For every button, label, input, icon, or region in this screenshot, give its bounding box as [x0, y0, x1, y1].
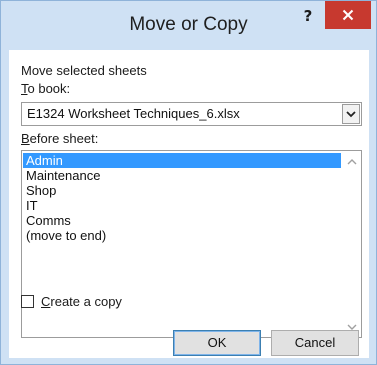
to-book-label-text: o book: — [27, 81, 71, 96]
to-book-label: To book: — [21, 81, 70, 96]
chevron-down-icon — [346, 111, 356, 118]
create-copy-checkbox[interactable] — [21, 295, 34, 308]
chevron-up-icon — [347, 158, 357, 164]
close-button[interactable] — [325, 1, 371, 29]
list-item-shop[interactable]: Shop — [23, 183, 341, 198]
create-copy-label-text: reate a copy — [50, 294, 122, 309]
before-sheet-label: Before sheet: — [21, 131, 98, 146]
title-bar: Move or Copy ? — [1, 1, 376, 51]
list-item-maintenance[interactable]: Maintenance — [23, 168, 341, 183]
list-item-it[interactable]: IT — [23, 198, 341, 213]
create-copy-mnemonic: C — [41, 294, 51, 309]
list-item-admin[interactable]: Admin — [23, 153, 341, 168]
to-book-dropdown-button[interactable] — [342, 104, 360, 124]
ok-button[interactable]: OK — [173, 330, 261, 356]
list-scrollbar[interactable] — [343, 151, 361, 337]
before-sheet-label-text: efore sheet: — [29, 131, 99, 146]
create-copy-label[interactable]: Create a copy — [41, 293, 122, 311]
to-book-dropdown[interactable]: E1324 Worksheet Techniques_6.xlsx — [21, 102, 362, 126]
scroll-up-button[interactable] — [345, 154, 359, 168]
list-item-move-to-end[interactable]: (move to end) — [23, 228, 341, 243]
help-button[interactable]: ? — [297, 5, 319, 27]
dialog-title: Move or Copy — [129, 14, 248, 35]
to-book-value: E1324 Worksheet Techniques_6.xlsx — [27, 106, 240, 121]
move-or-copy-dialog: Move or Copy ? Move selected sheets To b… — [0, 0, 377, 365]
before-sheet-mnemonic: B — [21, 131, 30, 146]
close-icon — [342, 9, 354, 21]
dialog-body: Move selected sheets To book: E1324 Work… — [9, 50, 369, 358]
list-item-comms[interactable]: Comms — [23, 213, 341, 228]
cancel-button[interactable]: Cancel — [271, 330, 359, 356]
move-selected-sheets-label: Move selected sheets — [21, 63, 147, 78]
